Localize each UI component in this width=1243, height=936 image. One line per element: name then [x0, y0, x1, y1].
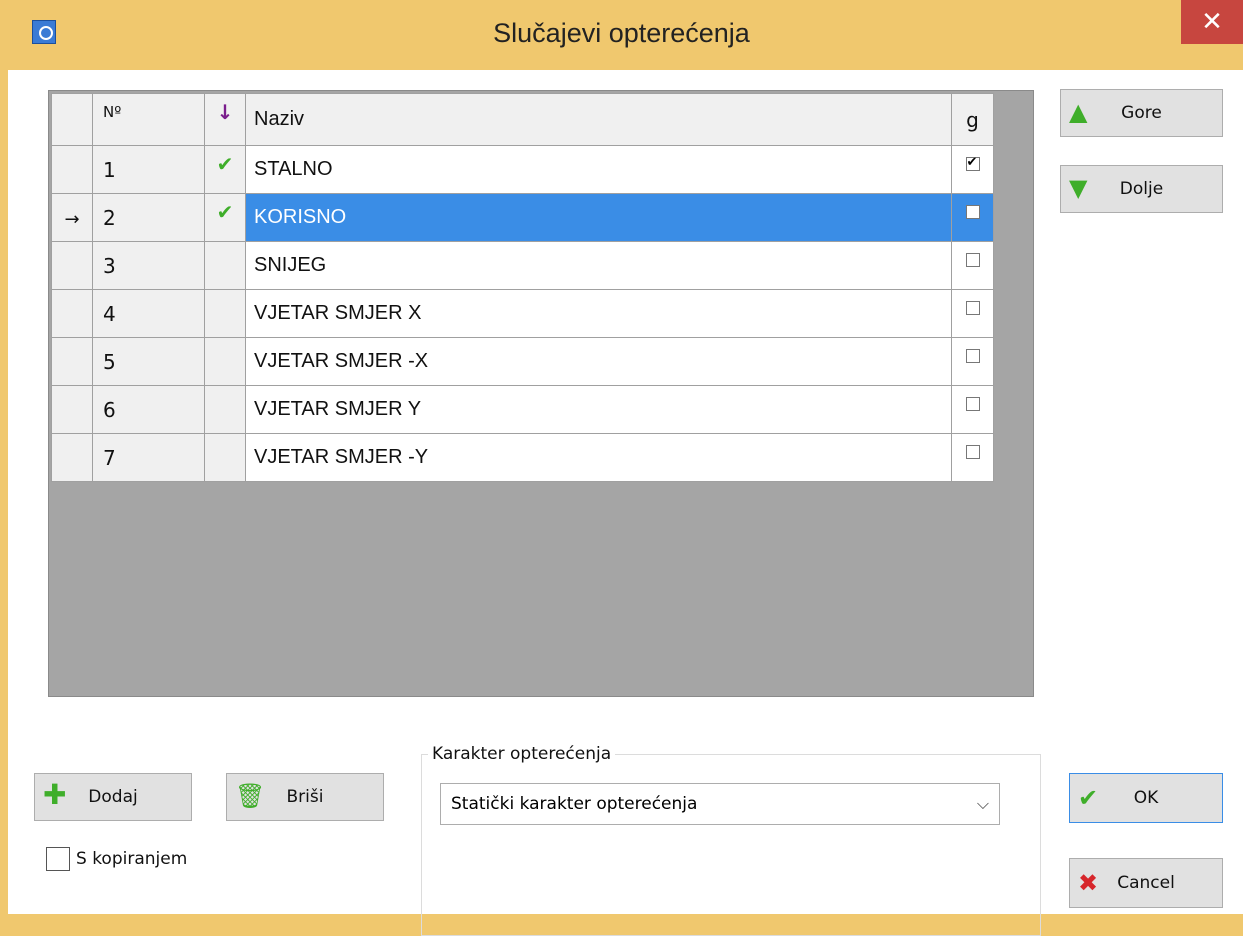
up-button-label: Gore — [1121, 103, 1162, 123]
row-indicator[interactable]: → — [51, 193, 93, 242]
add-button[interactable]: ✚ Dodaj — [34, 773, 192, 821]
row-indicator[interactable] — [51, 145, 93, 194]
title-bar: Slučajevi opterećenja ✕ — [0, 0, 1243, 78]
close-button[interactable]: ✕ — [1181, 0, 1243, 44]
load-character-select[interactable]: Statički karakter opterećenja ⌵ — [440, 783, 1000, 825]
row-name[interactable]: VJETAR SMJER -X — [245, 337, 952, 386]
ok-button-label: OK — [1133, 788, 1159, 808]
arrow-down-icon: ↓ — [216, 99, 234, 124]
load-character-group — [421, 754, 1041, 936]
row-g-cell[interactable] — [951, 193, 994, 242]
table-row[interactable]: 4 VJETAR SMJER X — [51, 289, 994, 338]
row-indicator[interactable] — [51, 385, 93, 434]
table-row[interactable]: 7 VJETAR SMJER -Y — [51, 433, 994, 482]
cancel-button[interactable]: ✖ Cancel — [1069, 858, 1223, 908]
g-checkbox[interactable] — [965, 444, 980, 459]
header-flag[interactable]: ↓ — [204, 93, 246, 146]
row-name[interactable]: VJETAR SMJER Y — [245, 385, 952, 434]
row-g-cell[interactable] — [951, 241, 994, 290]
row-name[interactable]: SNIJEG — [245, 241, 952, 290]
row-indicator[interactable] — [51, 289, 93, 338]
row-g-cell[interactable] — [951, 145, 994, 194]
checkmark-icon: ✔ — [216, 151, 234, 176]
row-number: 1 — [92, 145, 205, 194]
load-cases-table: Nº ↓ Naziv g 1✔STALNO→2✔KORISNO3SNIJEG4V… — [51, 93, 994, 482]
row-flag[interactable]: ✔ — [204, 193, 246, 242]
row-number: 3 — [92, 241, 205, 290]
row-number: 7 — [92, 433, 205, 482]
row-g-cell[interactable] — [951, 385, 994, 434]
header-indicator — [51, 93, 93, 146]
down-button-label: Dolje — [1119, 179, 1164, 199]
row-number: 2 — [92, 193, 205, 242]
checkmark-icon: ✔ — [216, 199, 234, 224]
load-character-value: Statički karakter opterećenja — [451, 794, 698, 814]
table-header: Nº ↓ Naziv g — [51, 93, 994, 146]
load-cases-grid[interactable]: Nº ↓ Naziv g 1✔STALNO→2✔KORISNO3SNIJEG4V… — [48, 90, 1034, 697]
table-row[interactable]: 1 ✔ STALNO — [51, 145, 994, 194]
row-number: 5 — [92, 337, 205, 386]
copy-checkbox[interactable] — [46, 847, 70, 871]
delete-button[interactable]: 🗑 Briši — [226, 773, 384, 821]
row-number: 4 — [92, 289, 205, 338]
g-checkbox[interactable] — [965, 156, 980, 171]
delete-button-label: Briši — [286, 787, 324, 807]
row-number: 6 — [92, 385, 205, 434]
dialog-client: Nº ↓ Naziv g 1✔STALNO→2✔KORISNO3SNIJEG4V… — [8, 70, 1243, 936]
header-no[interactable]: Nº — [92, 93, 205, 146]
load-character-label: Karakter opterećenja — [428, 744, 616, 764]
row-name[interactable]: VJETAR SMJER -Y — [245, 433, 952, 482]
table-row[interactable]: 6 VJETAR SMJER Y — [51, 385, 994, 434]
window-title: Slučajevi opterećenja — [493, 18, 750, 48]
row-indicator[interactable] — [51, 241, 93, 290]
table-row[interactable]: 5 VJETAR SMJER -X — [51, 337, 994, 386]
current-row-arrow-icon: → — [64, 208, 80, 230]
row-flag[interactable] — [204, 241, 246, 290]
g-checkbox[interactable] — [965, 348, 980, 363]
up-button[interactable]: ▲ Gore — [1060, 89, 1223, 137]
row-name[interactable]: KORISNO — [245, 193, 952, 242]
row-g-cell[interactable] — [951, 433, 994, 482]
header-name[interactable]: Naziv — [245, 93, 952, 146]
chevron-down-icon: ⌵ — [976, 794, 989, 813]
copy-checkbox-label[interactable]: S kopiranjem — [76, 849, 187, 869]
row-g-cell[interactable] — [951, 337, 994, 386]
g-checkbox[interactable] — [965, 300, 980, 315]
header-no-label: Nº — [103, 102, 122, 121]
row-flag[interactable] — [204, 385, 246, 434]
row-indicator[interactable] — [51, 337, 93, 386]
g-checkbox[interactable] — [965, 252, 980, 267]
table-row[interactable]: → 2 ✔ KORISNO — [51, 193, 994, 242]
row-flag[interactable] — [204, 289, 246, 338]
add-button-label: Dodaj — [88, 787, 138, 807]
ok-button[interactable]: ✔ OK — [1069, 773, 1223, 823]
row-flag[interactable] — [204, 433, 246, 482]
down-button[interactable]: ▼ Dolje — [1060, 165, 1223, 213]
row-name[interactable]: STALNO — [245, 145, 952, 194]
row-flag[interactable]: ✔ — [204, 145, 246, 194]
row-indicator[interactable] — [51, 433, 93, 482]
table-row[interactable]: 3 SNIJEG — [51, 241, 994, 290]
header-g[interactable]: g — [951, 93, 994, 146]
g-checkbox[interactable] — [965, 204, 980, 219]
row-flag[interactable] — [204, 337, 246, 386]
row-g-cell[interactable] — [951, 289, 994, 338]
cancel-button-label: Cancel — [1117, 873, 1175, 893]
g-checkbox[interactable] — [965, 396, 980, 411]
row-name[interactable]: VJETAR SMJER X — [245, 289, 952, 338]
